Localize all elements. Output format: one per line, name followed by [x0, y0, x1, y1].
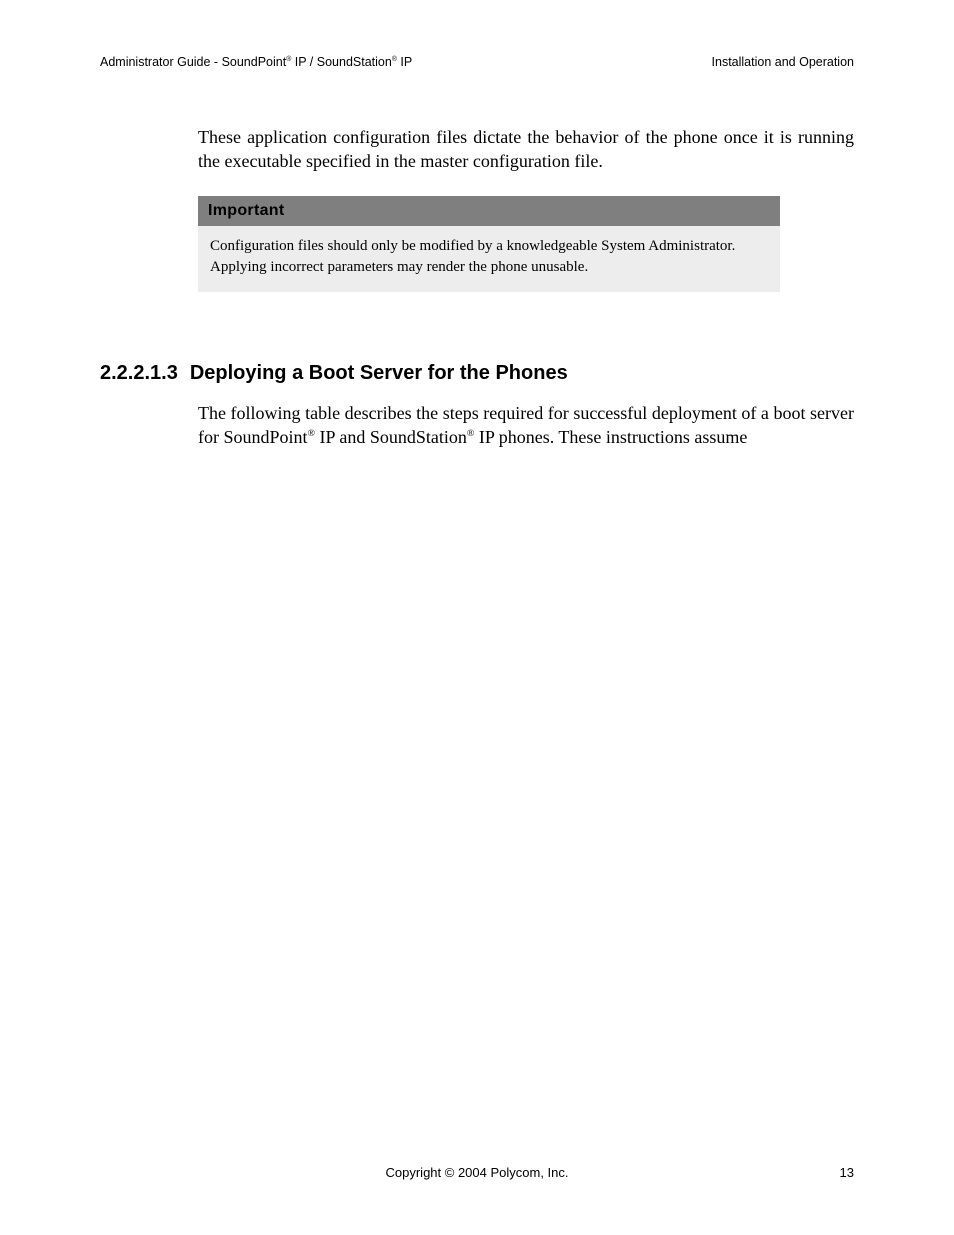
- page-number: 13: [840, 1165, 854, 1180]
- page-header: Administrator Guide - SoundPoint® IP / S…: [100, 55, 854, 69]
- important-callout: Important Configuration files should onl…: [198, 196, 780, 292]
- header-left-a: Administrator Guide - SoundPoint: [100, 55, 286, 69]
- callout-title: Important: [198, 196, 780, 226]
- callout-text: Configuration files should only be modif…: [198, 226, 780, 292]
- header-left: Administrator Guide - SoundPoint® IP / S…: [100, 55, 412, 69]
- page-footer: Copyright © 2004 Polycom, Inc. 13: [100, 1165, 854, 1180]
- section-number: 2.2.2.1.3: [100, 362, 178, 384]
- section-p-c: IP phones. These instructions assume: [474, 427, 747, 447]
- header-left-b: IP / SoundStation: [291, 55, 392, 69]
- section-p-b: IP and SoundStation: [315, 427, 467, 447]
- body-block: These application configuration files di…: [198, 125, 854, 292]
- registered-mark: ®: [308, 428, 316, 439]
- body-paragraph-1: These application configuration files di…: [198, 125, 854, 174]
- section-heading: 2.2.2.1.3 Deploying a Boot Server for the…: [100, 362, 854, 385]
- document-page: Administrator Guide - SoundPoint ® IP / S…: [0, 0, 954, 1235]
- section-title: Deploying a Boot Server for the Phones: [190, 362, 568, 384]
- section-body: The following table describes the steps …: [198, 401, 854, 450]
- section-paragraph: The following table describes the steps …: [198, 401, 854, 450]
- header-right: Installation and Operation: [712, 55, 854, 69]
- copyright-text: Copyright © 2004 Polycom, Inc.: [386, 1165, 569, 1180]
- header-left-c: IP: [397, 55, 412, 69]
